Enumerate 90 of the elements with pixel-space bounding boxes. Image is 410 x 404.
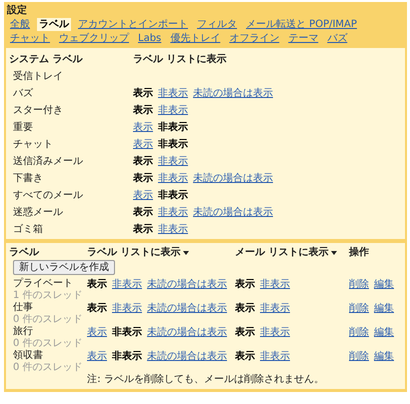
caret-icon[interactable] xyxy=(183,250,190,254)
label-name: ゴミ箱 xyxy=(12,222,44,236)
settings-tab[interactable]: ウェブクリップ xyxy=(57,32,131,45)
option-link[interactable]: 表示 xyxy=(133,188,153,202)
option-link[interactable]: 非表示 xyxy=(260,326,290,339)
label-name: 仕事 xyxy=(12,301,34,314)
current-option: 表示 xyxy=(133,204,153,218)
option-link[interactable]: 非表示 xyxy=(158,222,188,236)
current-option: 表示 xyxy=(235,326,255,339)
option-link[interactable]: 非表示 xyxy=(260,278,290,291)
label-name: 領収書 xyxy=(12,349,44,362)
option-link[interactable]: 表示 xyxy=(133,120,153,134)
column-header: システム ラベル xyxy=(9,52,84,66)
label-name: 下書き xyxy=(12,172,44,184)
option-link[interactable]: 表示 xyxy=(87,326,107,339)
caret-icon[interactable] xyxy=(331,250,338,254)
action-link[interactable]: 編集 xyxy=(374,302,394,315)
action-link[interactable]: 編集 xyxy=(374,326,394,339)
label-name: 重要 xyxy=(12,120,34,134)
note-text: 注: ラベルを削除しても、メールは削除されません。 xyxy=(86,373,325,387)
column-header[interactable]: メール リストに表示 xyxy=(235,245,328,260)
action-link[interactable]: 編集 xyxy=(374,278,394,291)
current-option: 非表示 xyxy=(158,136,188,150)
settings-title: 設定 xyxy=(6,4,28,17)
thread-count: 1 件のスレッド xyxy=(12,290,84,301)
current-option: 表示 xyxy=(133,86,153,100)
current-option: 非表示 xyxy=(158,188,188,202)
current-option: 非表示 xyxy=(112,350,142,363)
action-link[interactable]: 削除 xyxy=(349,302,369,315)
current-option: 表示 xyxy=(133,102,153,116)
thread-count: 0 件のスレッド xyxy=(12,338,84,349)
label-name: すべてのメール xyxy=(12,188,84,202)
label-name: 迷惑メール xyxy=(12,206,64,218)
action-link[interactable]: 削除 xyxy=(349,326,369,339)
option-link[interactable]: 非表示 xyxy=(158,102,188,116)
settings-tab[interactable]: ラベル xyxy=(37,18,71,31)
option-link[interactable]: 未読の場合は表示 xyxy=(147,350,227,363)
current-option: 表示 xyxy=(235,302,255,315)
option-link[interactable]: 未読の場合は表示 xyxy=(147,326,227,339)
current-option: 表示 xyxy=(87,278,107,291)
column-header[interactable]: ラベル リストに表示 xyxy=(87,245,180,260)
option-link[interactable]: 表示 xyxy=(133,136,153,150)
settings-tab[interactable]: フィルタ xyxy=(195,18,239,31)
label-name: 旅行 xyxy=(12,325,34,338)
action-link[interactable]: 編集 xyxy=(374,350,394,363)
action-link[interactable]: 削除 xyxy=(349,350,369,363)
option-link[interactable]: 非表示 xyxy=(158,86,188,100)
label-name: チャット xyxy=(12,138,54,150)
label-name: 送信済みメール xyxy=(12,154,84,168)
option-link[interactable]: 未読の場合は表示 xyxy=(193,170,273,184)
option-link[interactable]: 非表示 xyxy=(112,278,142,291)
label-name: バズ xyxy=(12,86,34,100)
column-header: 操作 xyxy=(349,246,370,260)
settings-tab[interactable]: メール転送と POP/IMAP xyxy=(244,18,359,31)
current-option: 表示 xyxy=(87,302,107,315)
option-link[interactable]: 未読の場合は表示 xyxy=(147,278,227,291)
settings-tab[interactable]: Labs xyxy=(136,32,164,45)
thread-count: 0 件のスレッド xyxy=(12,362,84,373)
current-option: 非表示 xyxy=(112,326,142,339)
option-link[interactable]: 非表示 xyxy=(158,204,188,218)
option-link[interactable]: 非表示 xyxy=(260,350,290,363)
option-link[interactable]: 表示 xyxy=(87,350,107,363)
thread-count: 0 件のスレッド xyxy=(12,314,84,325)
settings-tab[interactable]: チャット xyxy=(8,32,52,45)
action-link[interactable]: 削除 xyxy=(349,278,369,291)
settings-tab[interactable]: 優先トレイ xyxy=(168,32,222,45)
current-option: 表示 xyxy=(235,350,255,363)
option-link[interactable]: 非表示 xyxy=(260,302,290,315)
label-name: スター付き xyxy=(12,104,64,116)
settings-tab[interactable]: アカウントとインポート xyxy=(76,18,190,31)
option-link[interactable]: 未読の場合は表示 xyxy=(193,204,273,218)
settings-tab[interactable]: バズ xyxy=(325,32,350,45)
current-option: 表示 xyxy=(133,170,153,184)
column-header: ラベル リストに表示 xyxy=(133,52,228,66)
label-name: 受信トレイ xyxy=(12,70,64,82)
option-link[interactable]: 未読の場合は表示 xyxy=(147,302,227,315)
create-label-button[interactable]: 新しいラベルを作成 xyxy=(13,260,115,275)
current-option: 表示 xyxy=(235,278,255,291)
label-name: プライベート xyxy=(12,277,74,290)
column-header: ラベル xyxy=(9,246,40,260)
settings-tab[interactable]: オフライン xyxy=(227,32,282,45)
current-option: 非表示 xyxy=(158,120,188,134)
option-link[interactable]: 未読の場合は表示 xyxy=(193,86,273,100)
option-link[interactable]: 非表示 xyxy=(112,302,142,315)
current-option: 表示 xyxy=(133,154,153,168)
settings-tab[interactable]: テーマ xyxy=(286,32,320,45)
option-link[interactable]: 非表示 xyxy=(158,154,188,168)
current-option: 表示 xyxy=(133,222,153,236)
settings-tab[interactable]: 全般 xyxy=(8,18,32,31)
option-link[interactable]: 非表示 xyxy=(158,170,188,184)
